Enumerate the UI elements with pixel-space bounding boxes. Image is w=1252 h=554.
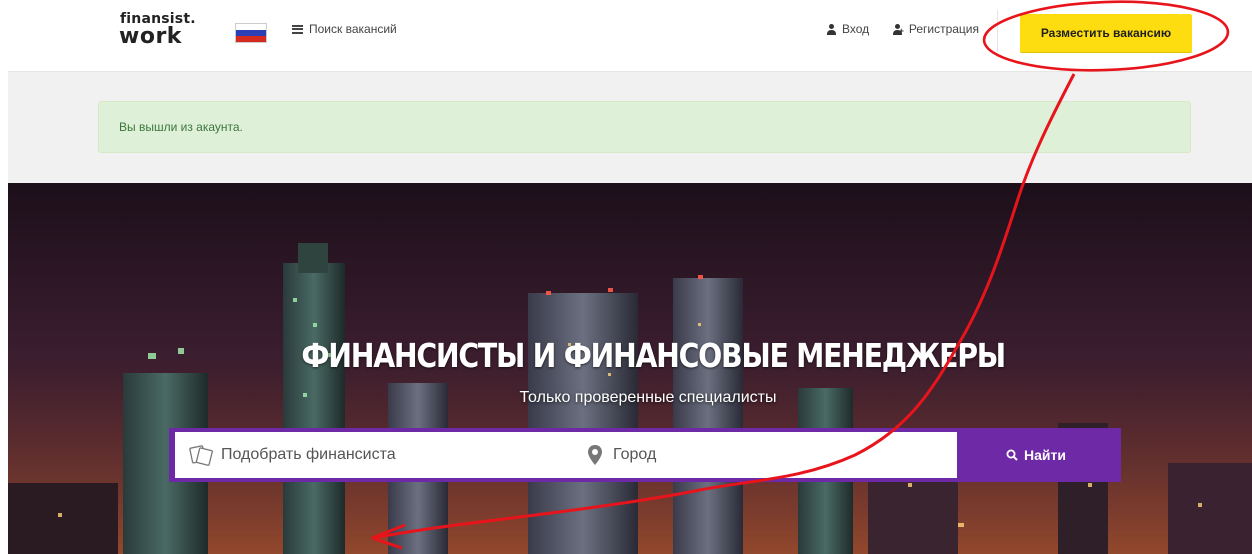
register-label: Регистрация (908, 22, 979, 36)
logout-alert: Вы вышли из акаунта. (98, 101, 1191, 153)
nav-search-vacancies-link[interactable]: Поиск вакансий (292, 21, 397, 37)
hero-title: ФИНАНСИСТЫ И ФИНАНСОВЫЕ МЕНЕДЖЕРЫ (301, 336, 1006, 375)
site-logo[interactable]: finansist. work (119, 12, 199, 52)
find-button[interactable]: Найти (957, 432, 1115, 478)
post-vacancy-label: Разместить вакансию (1040, 26, 1172, 40)
post-vacancy-button[interactable]: Разместить вакансию (1020, 14, 1192, 52)
search-icon (1006, 449, 1018, 461)
search-inputs: Подобрать финансиста Город (175, 432, 957, 478)
login-label: Вход (842, 22, 870, 36)
hero-section: ФИНАНСИСТЫ И ФИНАНСОВЫЕ МЕНЕДЖЕРЫ Только… (8, 183, 1252, 554)
nav-search-label: Поиск вакансий (309, 22, 397, 36)
city-placeholder: Город (613, 446, 657, 463)
user-icon (826, 23, 837, 35)
map-pin-icon (588, 445, 602, 465)
search-form: Подобрать финансиста Город Найти (169, 428, 1121, 482)
specialist-search-field[interactable]: Подобрать финансиста (189, 432, 396, 478)
city-field[interactable]: Город (587, 432, 656, 478)
login-link[interactable]: Вход (826, 21, 869, 37)
specialist-search-placeholder: Подобрать финансиста (221, 446, 396, 463)
list-icon (292, 24, 303, 34)
register-link[interactable]: + Регистрация (893, 21, 979, 37)
hero-subtitle: Только проверенные специалисты (519, 389, 777, 406)
logo-line-2: work (119, 24, 182, 49)
cards-icon (189, 445, 213, 466)
header-divider (997, 10, 998, 52)
russia-flag-icon[interactable] (235, 23, 267, 43)
user-plus-icon: + (893, 23, 904, 35)
find-button-label: Найти (1024, 447, 1066, 463)
alert-message: Вы вышли из акаунта. (119, 120, 243, 134)
